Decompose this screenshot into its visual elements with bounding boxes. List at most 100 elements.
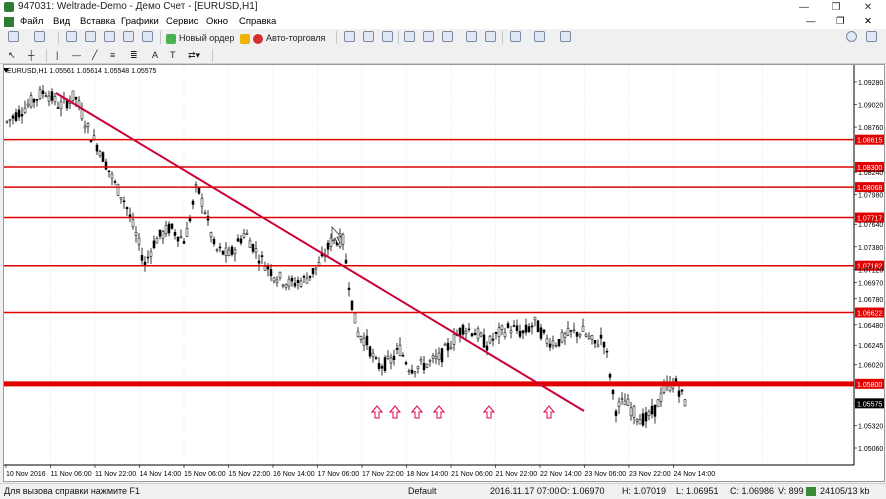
candle-body <box>89 139 93 143</box>
candle-body <box>179 236 183 239</box>
time-axis: 10 Nov 2016 11 Nov 06:00 11 Nov 22:00 14 No… <box>5 465 716 478</box>
status-low: L: 1.06951 <box>676 486 719 496</box>
candle-body <box>566 327 570 336</box>
line-chart-icon[interactable] <box>382 31 393 42</box>
text-tool-icon[interactable]: A <box>152 48 158 62</box>
autotrading-icon <box>253 33 263 44</box>
candle-body <box>470 333 474 337</box>
crosshair-icon[interactable]: ┼ <box>28 48 34 62</box>
candle-body <box>596 344 600 347</box>
candle-body <box>170 223 174 229</box>
candle-body <box>107 170 111 173</box>
new-order-button[interactable]: Новый ордер <box>166 31 234 45</box>
candle-body <box>362 337 366 346</box>
up-arrow-icon <box>542 405 556 419</box>
menu-restore-icon[interactable]: ❐ <box>836 16 845 27</box>
time-label: 24 Nov 14:00 <box>674 471 716 478</box>
fibonacci-icon[interactable]: ≣ <box>130 48 138 62</box>
menu-view[interactable]: Вид <box>53 16 70 27</box>
candle-body <box>278 271 282 279</box>
candle-body <box>377 363 381 369</box>
candle-body <box>440 348 444 363</box>
text-label-icon[interactable]: T <box>170 48 176 62</box>
candle-body <box>260 255 264 258</box>
market-watch-icon[interactable] <box>66 31 77 42</box>
periods-icon[interactable] <box>534 31 545 42</box>
menu-tools[interactable]: Сервис <box>166 16 199 27</box>
chart-window[interactable]: 1.08615 1.08300 1.08068 1.07717 1.07162 1.066… <box>3 64 885 482</box>
candle-body <box>479 332 483 337</box>
new-order-icon <box>166 33 176 44</box>
candle-body <box>116 184 120 196</box>
candle-body <box>14 112 18 121</box>
autotrading-button[interactable]: Авто-торговля <box>240 31 325 45</box>
chart-window-icon[interactable] <box>4 17 14 27</box>
menu-help[interactable]: Справка <box>239 16 276 27</box>
navigator-icon[interactable] <box>104 31 115 42</box>
trendline-icon[interactable]: ╱ <box>92 48 97 62</box>
tile-windows-icon[interactable] <box>442 31 453 42</box>
time-label: 15 Nov 06:00 <box>184 471 226 478</box>
chat-icon[interactable] <box>866 31 877 42</box>
trend-line[interactable] <box>55 92 585 412</box>
candle-body <box>368 346 372 357</box>
menu-charts[interactable]: Графики <box>121 16 159 27</box>
menu-insert[interactable]: Вставка <box>80 16 115 27</box>
minimize-icon[interactable]: — <box>790 0 818 15</box>
candle-body <box>530 325 534 328</box>
terminal-icon[interactable] <box>123 31 134 42</box>
candle-body <box>203 212 207 214</box>
templates-icon[interactable] <box>560 31 571 42</box>
auto-scroll-icon[interactable] <box>466 31 477 42</box>
candle-body <box>131 219 135 227</box>
horizontal-line-icon[interactable]: — <box>72 48 81 62</box>
menu-window[interactable]: Окно <box>206 16 228 27</box>
price-label: 1.06020 <box>858 363 883 370</box>
candle-body <box>485 345 489 351</box>
menu-minimize-icon[interactable]: — <box>806 16 816 27</box>
vertical-line-icon[interactable]: | <box>56 48 58 62</box>
candle-body <box>380 366 384 369</box>
cursor-icon[interactable]: ↖ <box>8 48 16 62</box>
up-arrow-icon <box>482 405 496 419</box>
bar-chart-icon[interactable] <box>344 31 355 42</box>
arrows-icon[interactable]: ⇄▾ <box>188 48 200 62</box>
up-arrow-icon <box>370 405 384 419</box>
candle-body <box>389 357 393 364</box>
candle-body <box>8 119 12 121</box>
strategy-tester-icon[interactable] <box>142 31 153 42</box>
time-label: 17 Nov 22:00 <box>362 471 404 478</box>
menu-close-icon[interactable]: ✕ <box>864 16 872 27</box>
equidistant-channel-icon[interactable]: ≡ <box>110 48 115 62</box>
price-label: 1.08760 <box>858 125 883 132</box>
candle-body <box>548 343 552 348</box>
candle-body <box>38 89 42 99</box>
new-chart-icon[interactable] <box>8 31 19 42</box>
close-icon[interactable]: ✕ <box>854 0 882 15</box>
data-window-icon[interactable] <box>85 31 96 42</box>
zoom-out-icon[interactable] <box>423 31 434 42</box>
candle-body <box>413 371 417 374</box>
profiles-icon[interactable] <box>34 31 45 42</box>
status-close: C: 1.06986 <box>730 486 775 496</box>
search-icon[interactable] <box>846 31 857 42</box>
candle-body <box>110 173 114 179</box>
status-bar: Для вызова справки нажмите F1 Default 20… <box>0 483 886 499</box>
up-arrow-icon <box>432 405 446 419</box>
candle-body <box>539 327 543 339</box>
price-chart[interactable]: 1.086151.083001.080681.077171.071621.066… <box>3 65 884 481</box>
candlestick-icon[interactable] <box>363 31 374 42</box>
candle-body <box>185 228 189 238</box>
candle-body <box>299 280 303 287</box>
chart-shift-icon[interactable] <box>485 31 496 42</box>
price-label: 1.07640 <box>858 222 883 229</box>
candle-body <box>44 95 48 98</box>
zoom-in-icon[interactable] <box>404 31 415 42</box>
maximize-icon[interactable]: ❐ <box>822 0 850 15</box>
candle-body <box>500 325 504 330</box>
indicators-icon[interactable] <box>510 31 521 42</box>
menu-file[interactable]: Файл <box>20 16 43 27</box>
candle-body <box>230 246 234 255</box>
time-label: 14 Nov 14:00 <box>140 471 182 478</box>
candle-body <box>650 405 654 415</box>
